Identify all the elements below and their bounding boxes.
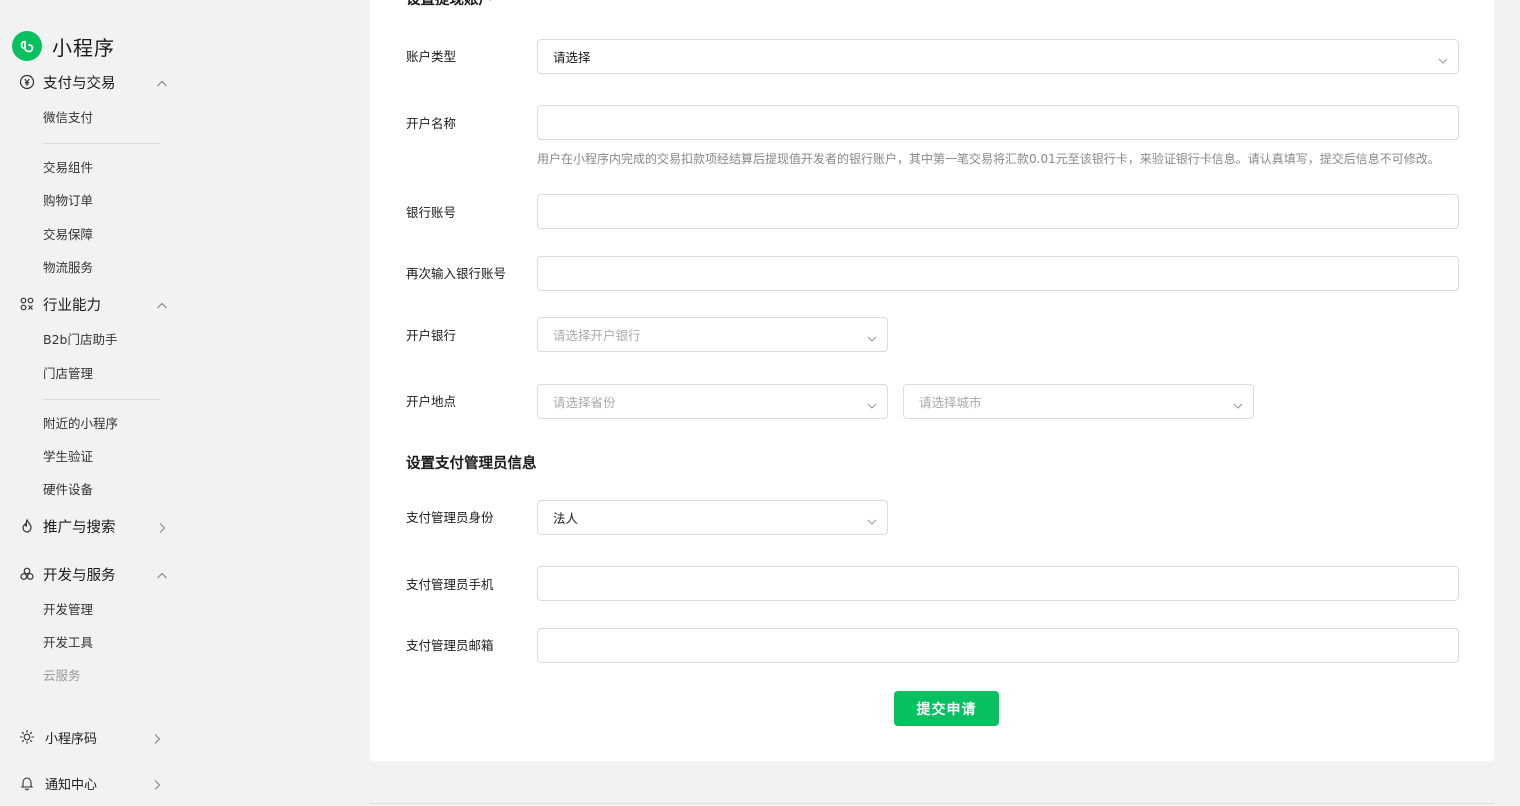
location-label: 开户地点 — [406, 394, 457, 409]
bank-account-label: 银行账号 — [406, 205, 457, 220]
nav-group-payment[interactable]: 支付与交易 — [18, 70, 168, 94]
chevron-up-icon — [156, 567, 168, 586]
chevron-right-icon — [151, 776, 163, 795]
chevron-down-icon — [1233, 398, 1243, 413]
account-name-input[interactable] — [537, 105, 1459, 140]
divider — [43, 399, 161, 400]
divider — [370, 803, 1494, 804]
admin-identity-label: 支付管理员身份 — [406, 510, 494, 525]
admin-phone-label: 支付管理员手机 — [406, 577, 494, 592]
province-placeholder: 请选择省份 — [553, 395, 616, 410]
bank-placeholder: 请选择开户银行 — [553, 328, 641, 343]
chevron-down-icon — [867, 331, 877, 346]
bank-account-confirm-label: 再次输入银行账号 — [406, 266, 507, 281]
sidebar-item-hardware[interactable]: 硬件设备 — [43, 482, 93, 498]
sidebar-item-cloud[interactable]: 云服务 — [43, 668, 81, 684]
account-type-label: 账户类型 — [406, 49, 457, 64]
mini-program-logo-icon — [12, 31, 42, 61]
account-type-value: 请选择 — [553, 50, 591, 65]
sidebar-item-shopping-order[interactable]: 购物订单 — [43, 193, 93, 209]
admin-identity-select[interactable]: 法人 — [537, 500, 888, 535]
flame-icon — [18, 517, 36, 535]
logo[interactable]: 小程序 — [12, 30, 115, 62]
sidebar-item-store-management[interactable]: 门店管理 — [43, 366, 93, 382]
sidebar-item-nearby[interactable]: 附近的小程序 — [43, 416, 118, 432]
flower-icon — [18, 565, 36, 583]
city-placeholder: 请选择城市 — [919, 395, 982, 410]
nav-group-promotion[interactable]: 推广与搜索 — [18, 514, 168, 538]
chevron-down-icon — [867, 514, 877, 529]
nav-group-label: 支付与交易 — [43, 75, 116, 92]
section-title-admin: 设置支付管理员信息 — [406, 456, 537, 472]
bank-account-confirm-input[interactable] — [537, 256, 1459, 291]
chevron-right-icon — [156, 519, 168, 538]
sidebar-item-dev-management[interactable]: 开发管理 — [43, 602, 93, 618]
bank-account-input[interactable] — [537, 194, 1459, 229]
nav-group-industry[interactable]: 行业能力 — [18, 292, 168, 316]
account-name-label: 开户名称 — [406, 116, 457, 131]
nav-group-label: 开发与服务 — [43, 567, 116, 584]
sidebar-item-wechat-pay[interactable]: 微信支付 — [43, 110, 93, 126]
app-title: 小程序 — [52, 35, 115, 60]
admin-identity-value: 法人 — [553, 511, 579, 526]
admin-email-label: 支付管理员邮箱 — [406, 638, 494, 653]
admin-phone-input[interactable] — [537, 566, 1459, 601]
sun-icon — [18, 728, 36, 746]
chevron-down-icon — [867, 398, 877, 413]
admin-email-input[interactable] — [537, 628, 1459, 663]
sidebar: 小程序 支付与交易 微信支付 交易组件 购物订单 交易保障 物流服务 行业能力 … — [0, 0, 190, 806]
city-select[interactable]: 请选择城市 — [903, 384, 1254, 419]
sidebar-item-trade-component[interactable]: 交易组件 — [43, 160, 93, 176]
nodes-icon — [18, 295, 36, 313]
section-title-withdraw: 设置提现账户 — [406, 0, 493, 8]
bank-label: 开户银行 — [406, 328, 457, 343]
province-select[interactable]: 请选择省份 — [537, 384, 888, 419]
nav-group-notify[interactable]: 通知中心 — [18, 771, 163, 795]
account-name-hint: 用户在小程序内完成的交易扣款项经结算后提现值开发者的银行账户，其中第一笔交易将汇… — [537, 152, 1440, 166]
chevron-down-icon — [1438, 53, 1448, 68]
chevron-up-icon — [156, 75, 168, 94]
account-type-select[interactable]: 请选择 — [537, 39, 1459, 74]
nav-group-label: 通知中心 — [45, 777, 98, 793]
chevron-right-icon — [151, 730, 163, 749]
bank-select[interactable]: 请选择开户银行 — [537, 317, 888, 352]
nav-group-label: 行业能力 — [43, 297, 101, 314]
nav-group-dev[interactable]: 开发与服务 — [18, 562, 168, 586]
yen-circle-icon — [18, 73, 36, 91]
sidebar-item-logistics[interactable]: 物流服务 — [43, 260, 93, 276]
sidebar-item-b2b-assistant[interactable]: B2b门店助手 — [43, 332, 117, 348]
sidebar-item-dev-tools[interactable]: 开发工具 — [43, 635, 93, 651]
chevron-up-icon — [156, 297, 168, 316]
nav-group-qrcode[interactable]: 小程序码 — [18, 725, 163, 749]
sidebar-item-trade-guarantee[interactable]: 交易保障 — [43, 227, 93, 243]
nav-group-label: 推广与搜索 — [43, 519, 116, 536]
bell-icon — [18, 774, 36, 792]
nav-group-label: 小程序码 — [45, 731, 98, 747]
submit-button[interactable]: 提交申请 — [894, 691, 999, 726]
divider — [43, 143, 161, 144]
sidebar-item-student-verify[interactable]: 学生验证 — [43, 449, 93, 465]
